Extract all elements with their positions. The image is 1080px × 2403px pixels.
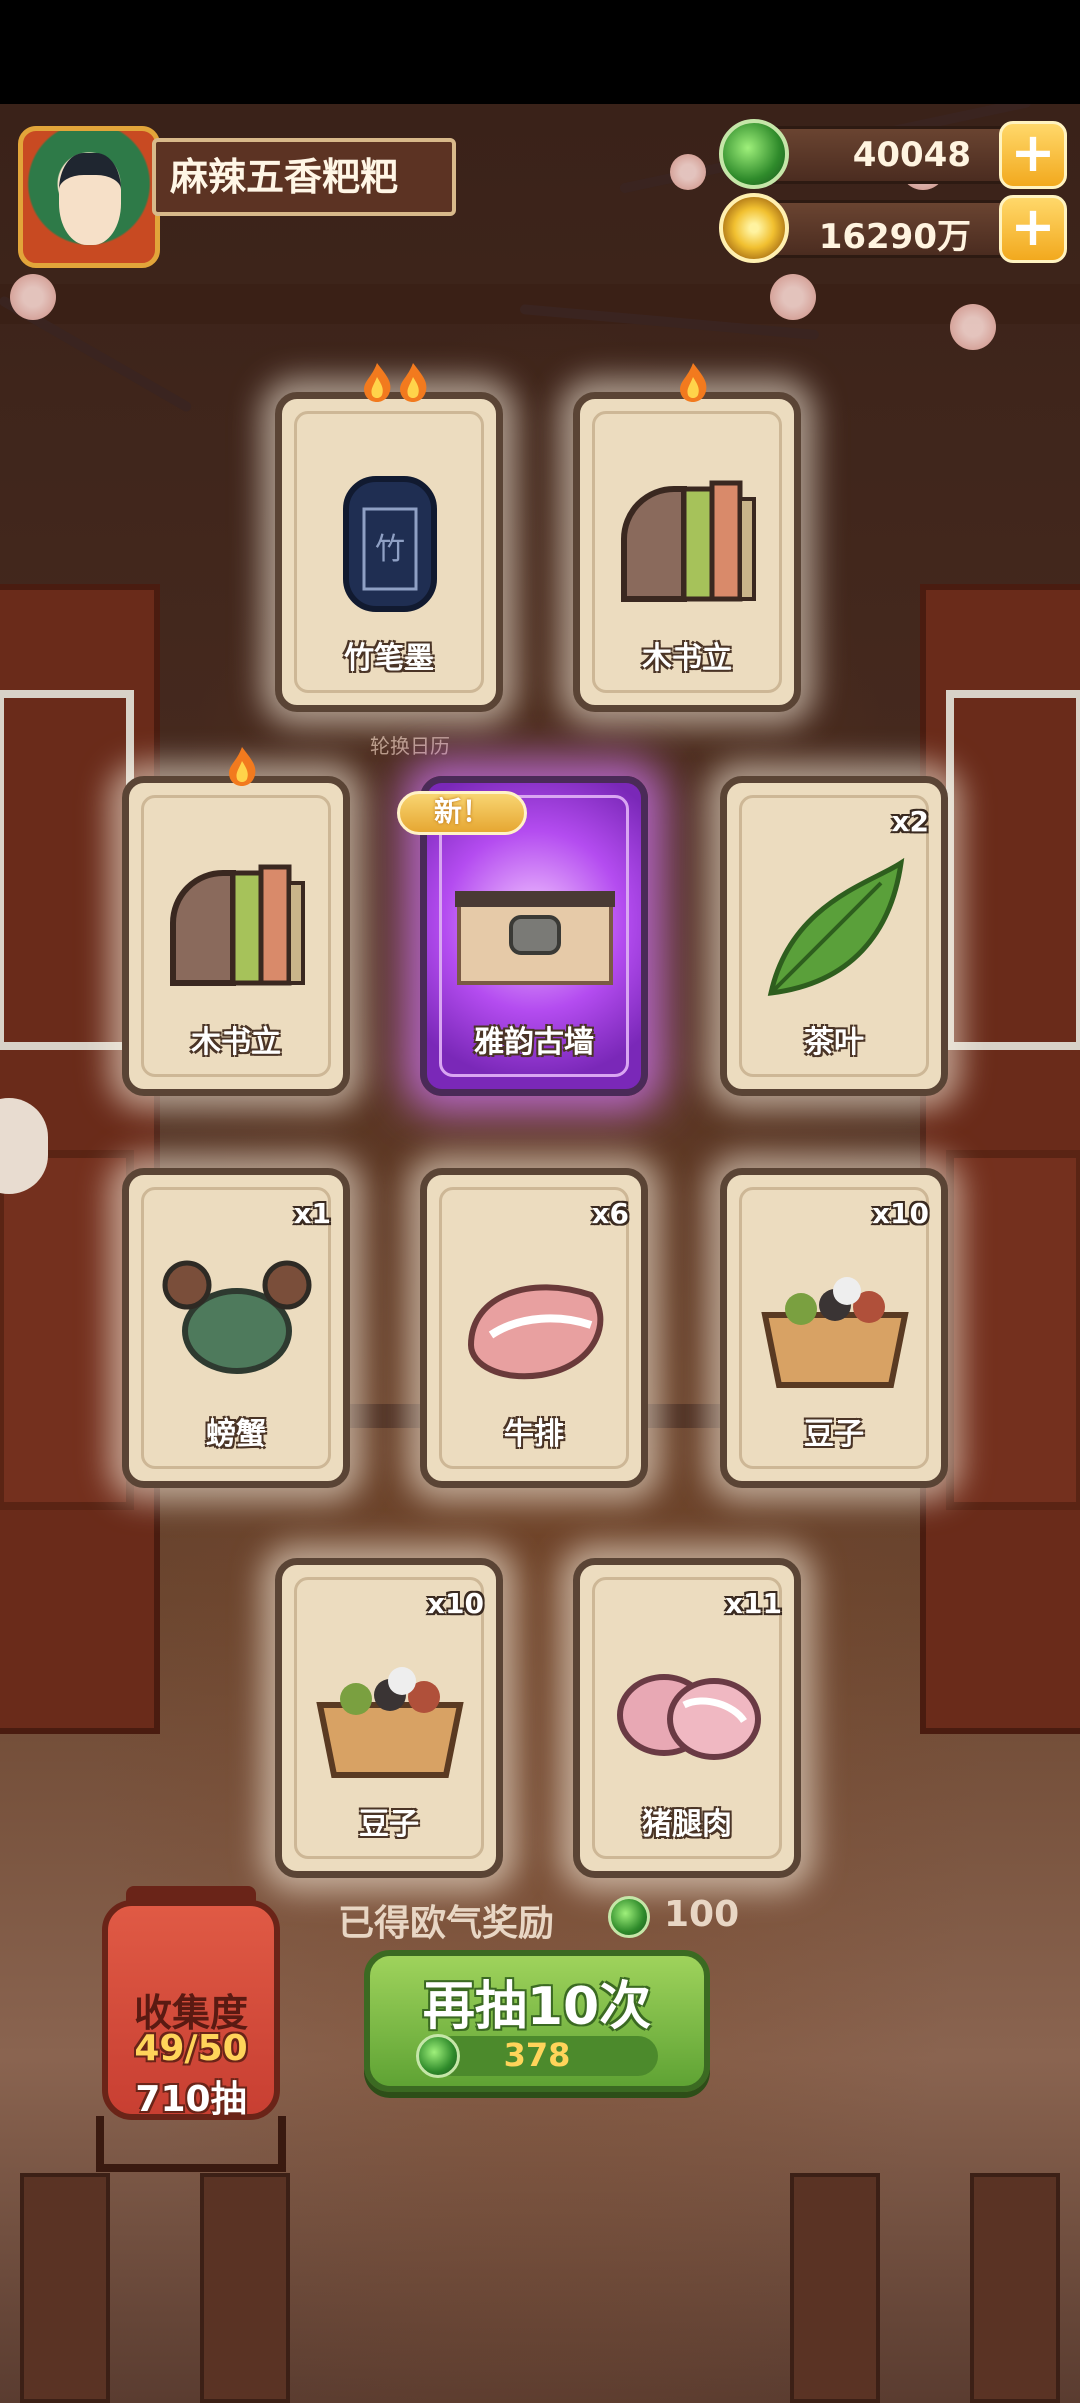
bookend-icon bbox=[153, 843, 321, 1011]
gold-coin-icon bbox=[719, 193, 789, 263]
flame-icon bbox=[225, 745, 259, 787]
fence-post bbox=[790, 2173, 880, 2403]
bookend-icon bbox=[604, 459, 772, 627]
add-jade-button[interactable]: + bbox=[999, 121, 1067, 189]
blossom-flower bbox=[10, 274, 56, 320]
blossom-flower bbox=[770, 274, 816, 320]
blossom-flower bbox=[950, 304, 996, 350]
player-name: 麻辣五香粑粑 bbox=[152, 138, 456, 216]
card-count: x2 bbox=[891, 805, 929, 838]
reward-card-7[interactable]: 牛排 x6 bbox=[420, 1168, 648, 1488]
flame-icon bbox=[360, 361, 394, 403]
fence-post bbox=[20, 2173, 110, 2403]
jade-coin-icon bbox=[719, 119, 789, 189]
collection-draws: 710抽 bbox=[135, 2079, 247, 2120]
fence-post bbox=[200, 2173, 290, 2403]
card-name: 牛排 bbox=[504, 1417, 564, 1452]
steak-icon bbox=[451, 1235, 619, 1403]
reward-card-9[interactable]: 豆子 x10 bbox=[275, 1558, 503, 1878]
add-gold-button[interactable]: + bbox=[999, 195, 1067, 263]
collection-progress: 49/50 bbox=[134, 2028, 248, 2069]
reward-card-4[interactable]: 雅韵古墙 新！ bbox=[397, 776, 648, 1096]
gold-currency-bar: 16290万 + bbox=[719, 193, 1067, 263]
pork-leg-icon bbox=[604, 1625, 772, 1793]
new-badge: 新！ bbox=[397, 791, 527, 835]
fence-post bbox=[970, 2173, 1060, 2403]
flame-icon bbox=[396, 361, 430, 403]
card-name: 豆子 bbox=[359, 1807, 419, 1842]
lantern-stand bbox=[96, 2116, 286, 2172]
roof-beam bbox=[0, 284, 1080, 324]
character-avatar-icon bbox=[59, 153, 121, 245]
card-count: x10 bbox=[871, 1197, 929, 1230]
svg-text:竹: 竹 bbox=[375, 532, 405, 567]
player-avatar[interactable] bbox=[18, 126, 160, 268]
reward-card-6[interactable]: 螃蟹 x1 bbox=[122, 1168, 350, 1488]
reward-card-5[interactable]: 茶叶 x2 bbox=[720, 776, 948, 1096]
card-name: 木书立 bbox=[191, 1025, 281, 1060]
beans-box-icon bbox=[751, 1235, 919, 1403]
beans-box-icon bbox=[306, 1625, 474, 1793]
draw-cost: 378 bbox=[503, 2036, 571, 2074]
card-name: 木书立 bbox=[642, 641, 732, 676]
reward-card-8[interactable]: 豆子 x10 bbox=[720, 1168, 948, 1488]
card-name: 豆子 bbox=[804, 1417, 864, 1452]
card-count: x10 bbox=[426, 1587, 484, 1620]
draw-again-label: 再抽10次 bbox=[422, 1977, 652, 2037]
reward-card-3[interactable]: 木书立 bbox=[122, 747, 350, 1096]
jade-coin-icon bbox=[608, 1896, 650, 1938]
jade-currency-bar: 40048 + bbox=[719, 119, 1067, 189]
reward-card-1[interactable]: 竹竹笔墨 bbox=[275, 363, 503, 712]
ink-stone-icon: 竹 bbox=[306, 459, 474, 627]
blossom-flower bbox=[670, 154, 706, 190]
crab-icon bbox=[153, 1235, 321, 1403]
card-name: 竹笔墨 bbox=[344, 641, 434, 676]
ancient-wall-icon bbox=[451, 843, 619, 1011]
tea-leaf-icon bbox=[751, 843, 919, 1011]
rotation-calendar-hint: 轮换日历 bbox=[370, 734, 450, 758]
reward-label: 已得欧气奖励 bbox=[338, 1903, 555, 1944]
gold-amount: 16290万 bbox=[818, 217, 971, 257]
draw-again-button[interactable]: 再抽10次 378 bbox=[364, 1950, 710, 2092]
reward-card-10[interactable]: 猪腿肉 x11 bbox=[573, 1558, 801, 1878]
card-name: 茶叶 bbox=[804, 1025, 864, 1060]
card-count: x1 bbox=[293, 1197, 331, 1230]
status-bar bbox=[0, 0, 1080, 104]
flame-icon bbox=[676, 361, 710, 403]
reward-card-2[interactable]: 木书立 bbox=[573, 363, 801, 712]
collection-lantern-button[interactable]: 收集度 49/50 710抽 bbox=[102, 1900, 280, 2120]
right-door bbox=[920, 584, 1080, 1734]
card-count: x11 bbox=[724, 1587, 782, 1620]
reward-value: 100 bbox=[664, 1894, 740, 1935]
jade-amount: 40048 bbox=[852, 135, 971, 175]
card-name: 猪腿肉 bbox=[642, 1807, 732, 1842]
card-count: x6 bbox=[591, 1197, 629, 1230]
card-name: 螃蟹 bbox=[206, 1417, 266, 1452]
card-name: 雅韵古墙 bbox=[474, 1025, 594, 1060]
